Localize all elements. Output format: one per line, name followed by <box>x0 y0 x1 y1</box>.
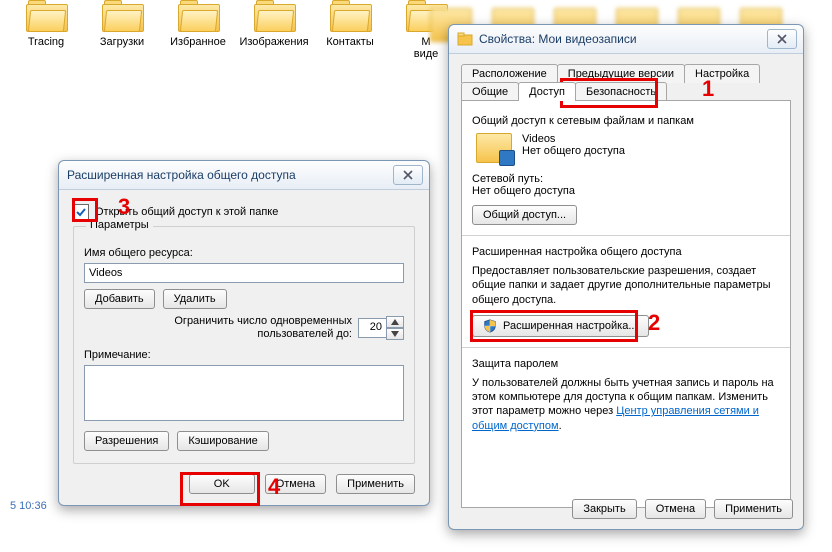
spinner-up[interactable] <box>386 316 404 328</box>
advanced-sharing-title: Расширенная настройка общего доступа <box>472 246 780 258</box>
apply-button[interactable]: Применить <box>714 499 793 519</box>
add-button[interactable]: Добавить <box>84 289 155 309</box>
divider <box>462 235 790 236</box>
advanced-sharing-button[interactable]: Расширенная настройка... <box>472 315 649 337</box>
tab-sharing[interactable]: Доступ <box>518 82 576 101</box>
folder-label: Изображения <box>239 36 308 48</box>
group-legend: Параметры <box>86 219 153 231</box>
tab-security[interactable]: Безопасность <box>575 82 667 101</box>
status-timestamp: 5 10:36 <box>10 500 47 512</box>
network-share-section-title: Общий доступ к сетевым файлам и папкам <box>472 115 780 127</box>
note-textarea[interactable] <box>84 365 404 421</box>
titlebar[interactable]: Расширенная настройка общего доступа <box>59 161 429 190</box>
cancel-button[interactable]: Отмена <box>265 474 326 494</box>
tab-general[interactable]: Общие <box>461 82 519 101</box>
advanced-sharing-description: Предоставляет пользовательские разрешени… <box>472 264 780 307</box>
tab-previous-versions[interactable]: Предыдущие версии <box>557 64 685 83</box>
explorer-folder[interactable]: Загрузки <box>94 0 150 65</box>
ok-button[interactable]: OK <box>189 474 255 494</box>
share-name: Videos <box>522 133 625 145</box>
share-name-input[interactable] <box>84 263 404 283</box>
explorer-folder[interactable]: Изображения <box>246 0 302 65</box>
password-protection-description: У пользователей должны быть учетная запи… <box>472 376 780 433</box>
apply-button[interactable]: Применить <box>336 474 415 494</box>
explorer-folder[interactable]: Контакты <box>322 0 378 65</box>
caching-button[interactable]: Кэширование <box>177 431 268 451</box>
share-name-label: Имя общего ресурса: <box>84 247 404 259</box>
share-state: Нет общего доступа <box>522 145 625 157</box>
folder-label: Контакты <box>326 36 374 48</box>
network-path-label: Сетевой путь: <box>472 173 780 185</box>
parameters-group: Параметры Имя общего ресурса: Добавить У… <box>73 226 415 464</box>
remove-button[interactable]: Удалить <box>163 289 227 309</box>
limit-users-spinner[interactable]: 20 <box>358 316 404 340</box>
share-this-folder-checkbox[interactable] <box>73 204 89 220</box>
shield-icon <box>483 319 497 333</box>
close-button[interactable]: Закрыть <box>572 499 636 519</box>
share-this-folder-label: Открыть общий доступ к этой папке <box>95 206 278 218</box>
folder-label: Избранное <box>170 36 226 48</box>
folder-icon <box>457 31 473 47</box>
advanced-sharing-button-label: Расширенная настройка... <box>503 320 638 332</box>
tab-customize[interactable]: Настройка <box>684 64 760 83</box>
tab-location[interactable]: Расположение <box>461 64 558 83</box>
permissions-button[interactable]: Разрешения <box>84 431 169 451</box>
explorer-folder[interactable]: Избранное <box>170 0 226 65</box>
note-label: Примечание: <box>84 349 404 361</box>
close-button[interactable] <box>393 165 423 185</box>
tabs-row-1: Расположение Предыдущие версии Настройка <box>461 64 791 83</box>
properties-window: Свойства: Мои видеозаписи Расположение П… <box>448 24 804 530</box>
window-title: Расширенная настройка общего доступа <box>67 168 296 182</box>
folder-label: Загрузки <box>100 36 144 48</box>
divider <box>462 347 790 348</box>
limit-users-label: Ограничить число одновременныхпользовате… <box>174 315 352 341</box>
spinner-down[interactable] <box>386 328 404 340</box>
cancel-button[interactable]: Отмена <box>645 499 706 519</box>
shared-folder-icon <box>476 133 512 163</box>
close-button[interactable] <box>767 29 797 49</box>
explorer-folder[interactable]: Tracing <box>18 0 74 65</box>
folder-label: Tracing <box>28 36 64 48</box>
limit-users-value[interactable]: 20 <box>358 318 386 338</box>
window-title: Свойства: Мои видеозаписи <box>479 32 637 46</box>
tabs-row-2: Общие Доступ Безопасность <box>461 82 791 101</box>
share-button[interactable]: Общий доступ... <box>472 205 577 225</box>
sharing-tab-pane: Общий доступ к сетевым файлам и папкам V… <box>461 100 791 508</box>
titlebar[interactable]: Свойства: Мои видеозаписи <box>449 25 803 54</box>
checkmark-icon <box>76 207 86 217</box>
network-path-value: Нет общего доступа <box>472 185 780 197</box>
advanced-sharing-window: Расширенная настройка общего доступа Отк… <box>58 160 430 506</box>
password-protection-title: Защита паролем <box>472 358 780 370</box>
